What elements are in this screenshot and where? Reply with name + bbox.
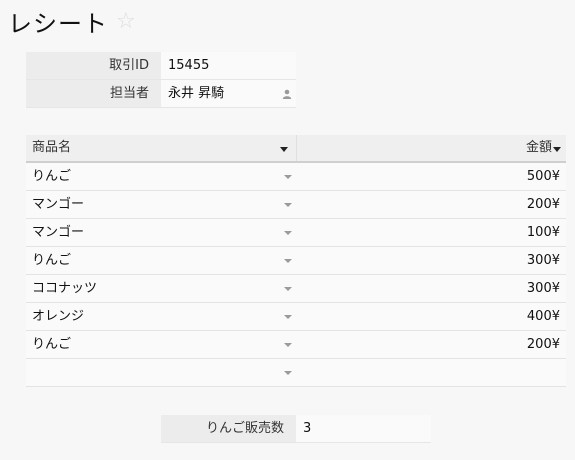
- staff-row: 担当者 永井 昇騎: [26, 80, 296, 108]
- column-header-amount[interactable]: 金額: [296, 135, 566, 161]
- info-panel: 取引ID 15455 担当者 永井 昇騎: [26, 52, 296, 108]
- dropdown-arrow-icon[interactable]: [284, 343, 292, 347]
- page-title: レシート: [8, 10, 108, 38]
- person-icon[interactable]: [282, 89, 292, 99]
- table-row: オレンジ 400¥: [26, 303, 566, 331]
- amount-cell[interactable]: 100¥: [296, 219, 566, 246]
- product-name: マンゴー: [32, 197, 85, 212]
- staff-name: 永井 昇騎: [168, 86, 225, 101]
- amount-cell[interactable]: 200¥: [296, 191, 566, 218]
- star-outline-icon[interactable]: ☆: [116, 10, 136, 33]
- product-cell[interactable]: マンゴー: [26, 191, 296, 218]
- amount-cell[interactable]: 200¥: [296, 331, 566, 358]
- product-name: りんご: [32, 337, 72, 352]
- table-row: りんご 500¥: [26, 163, 566, 191]
- table-row: マンゴー 100¥: [26, 219, 566, 247]
- product-cell[interactable]: りんご: [26, 247, 296, 274]
- staff-label: 担当者: [26, 80, 161, 107]
- dropdown-arrow-icon[interactable]: [284, 259, 292, 263]
- column-header-amount-label: 金額: [525, 140, 552, 155]
- product-cell[interactable]: [26, 359, 296, 386]
- table-row: [26, 359, 566, 387]
- transaction-id-label: 取引ID: [26, 52, 161, 79]
- column-header-product-label: 商品名: [32, 140, 72, 155]
- product-cell[interactable]: オレンジ: [26, 303, 296, 330]
- sort-down-icon[interactable]: [280, 147, 288, 152]
- product-cell[interactable]: りんご: [26, 163, 296, 190]
- dropdown-arrow-icon[interactable]: [284, 315, 292, 319]
- amount-cell[interactable]: [296, 359, 566, 386]
- amount-cell[interactable]: 400¥: [296, 303, 566, 330]
- table-row: りんご 300¥: [26, 247, 566, 275]
- dropdown-arrow-icon[interactable]: [284, 287, 292, 291]
- staff-field[interactable]: 永井 昇騎: [161, 80, 296, 107]
- dropdown-arrow-icon[interactable]: [284, 203, 292, 207]
- sales-table: 商品名 金額 りんご 500¥ マンゴー 200¥ マンゴー 100¥ りんご 300¥ ココナ…: [26, 135, 566, 387]
- sort-down-icon[interactable]: [553, 147, 561, 152]
- product-name: ココナッツ: [32, 281, 98, 296]
- product-name: りんご: [32, 253, 72, 268]
- title-row: レシート ☆: [8, 4, 136, 39]
- table-row: マンゴー 200¥: [26, 191, 566, 219]
- product-name: オレンジ: [32, 309, 85, 324]
- dropdown-arrow-icon[interactable]: [284, 371, 292, 375]
- table-header: 商品名 金額: [26, 135, 566, 163]
- column-header-product[interactable]: 商品名: [26, 135, 296, 161]
- amount-cell[interactable]: 300¥: [296, 275, 566, 302]
- apple-sales-count-label: りんご販売数: [161, 415, 296, 442]
- table-row: りんご 200¥: [26, 331, 566, 359]
- amount-cell[interactable]: 300¥: [296, 247, 566, 274]
- product-cell[interactable]: りんご: [26, 331, 296, 358]
- transaction-id-field[interactable]: 15455: [161, 52, 296, 79]
- summary-row: りんご販売数 3: [161, 415, 431, 443]
- table-body: りんご 500¥ マンゴー 200¥ マンゴー 100¥ りんご 300¥ ココナッツ 300¥ オ…: [26, 163, 566, 387]
- product-cell[interactable]: マンゴー: [26, 219, 296, 246]
- dropdown-arrow-icon[interactable]: [284, 175, 292, 179]
- product-name: りんご: [32, 169, 72, 184]
- amount-cell[interactable]: 500¥: [296, 163, 566, 190]
- transaction-id-row: 取引ID 15455: [26, 52, 296, 80]
- product-cell[interactable]: ココナッツ: [26, 275, 296, 302]
- apple-sales-count-value[interactable]: 3: [296, 415, 431, 442]
- dropdown-arrow-icon[interactable]: [284, 231, 292, 235]
- table-row: ココナッツ 300¥: [26, 275, 566, 303]
- product-name: マンゴー: [32, 225, 85, 240]
